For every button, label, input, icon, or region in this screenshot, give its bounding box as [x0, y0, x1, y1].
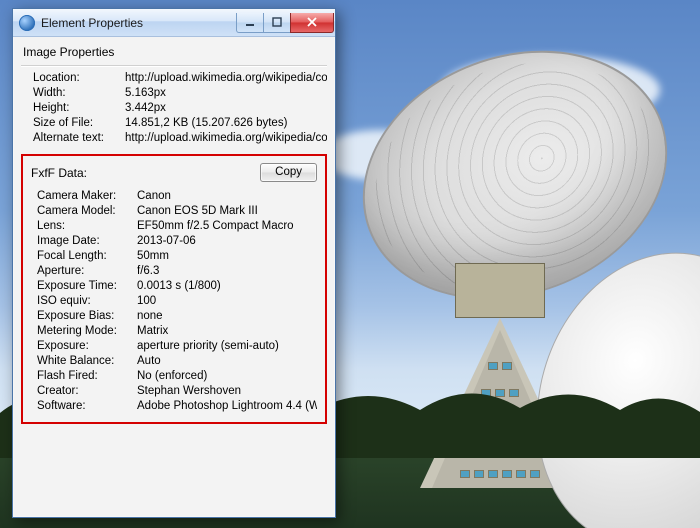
prop-value: http://upload.wikimedia.org/wikipedia/co [125, 132, 327, 144]
maximize-button[interactable] [263, 13, 291, 33]
prop-label: White Balance: [37, 355, 137, 367]
prop-value: aperture priority (semi-auto) [137, 340, 317, 352]
prop-value: 3.442px [125, 102, 327, 114]
prop-label: Flash Fired: [37, 370, 137, 382]
close-button[interactable] [290, 13, 334, 33]
prop-label: Exposure: [37, 340, 137, 352]
prop-label: Camera Model: [37, 205, 137, 217]
prop-label: Focal Length: [37, 250, 137, 262]
prop-value: none [137, 310, 317, 322]
prop-value: 2013-07-06 [137, 235, 317, 247]
prop-label: Camera Maker: [37, 190, 137, 202]
prop-value: Canon EOS 5D Mark III [137, 205, 317, 217]
prop-label: Location: [33, 72, 125, 84]
app-icon [19, 15, 35, 31]
image-properties-heading: Image Properties [23, 45, 327, 59]
prop-value: EF50mm f/2.5 Compact Macro [137, 220, 317, 232]
prop-value: 0.0013 s (1/800) [137, 280, 317, 292]
window-title: Element Properties [41, 16, 237, 30]
prop-label: Creator: [37, 385, 137, 397]
prop-value: 50mm [137, 250, 317, 262]
prop-label: Image Date: [37, 235, 137, 247]
prop-value: Auto [137, 355, 317, 367]
prop-label: Size of File: [33, 117, 125, 129]
window-controls [237, 13, 334, 33]
prop-label: Software: [37, 400, 137, 412]
prop-label: Lens: [37, 220, 137, 232]
prop-label: Metering Mode: [37, 325, 137, 337]
prop-label: Exposure Bias: [37, 310, 137, 322]
exif-data-panel: FxfF Data: Copy Camera Maker: Canon Came… [21, 154, 327, 424]
prop-value: 14.851,2 KB (15.207.626 bytes) [125, 117, 327, 129]
prop-label: Alternate text: [33, 132, 125, 144]
titlebar[interactable]: Element Properties [13, 9, 335, 37]
prop-label: Width: [33, 87, 125, 99]
prop-value: 5.163px [125, 87, 327, 99]
prop-value: 100 [137, 295, 317, 307]
prop-value: Adobe Photoshop Lightroom 4.4 (Windo [137, 400, 317, 412]
prop-value: Matrix [137, 325, 317, 337]
image-properties-list: Location: http://upload.wikimedia.org/wi… [33, 72, 327, 144]
element-properties-window: Element Properties Image Properties Loca… [12, 8, 336, 518]
prop-label: ISO equiv: [37, 295, 137, 307]
prop-value: http://upload.wikimedia.org/wikipedia/co [125, 72, 327, 84]
prop-value: Canon [137, 190, 317, 202]
prop-value: f/6.3 [137, 265, 317, 277]
minimize-button[interactable] [236, 13, 264, 33]
prop-label: Aperture: [37, 265, 137, 277]
copy-button[interactable]: Copy [260, 163, 317, 182]
exif-list: Camera Maker: Canon Camera Model: Canon … [37, 190, 317, 412]
prop-label: Exposure Time: [37, 280, 137, 292]
prop-value: No (enforced) [137, 370, 317, 382]
divider [21, 65, 327, 66]
window-body: Image Properties Location: http://upload… [13, 37, 335, 432]
exif-heading: FxfF Data: [31, 166, 87, 180]
prop-label: Height: [33, 102, 125, 114]
prop-value: Stephan Wershoven [137, 385, 317, 397]
